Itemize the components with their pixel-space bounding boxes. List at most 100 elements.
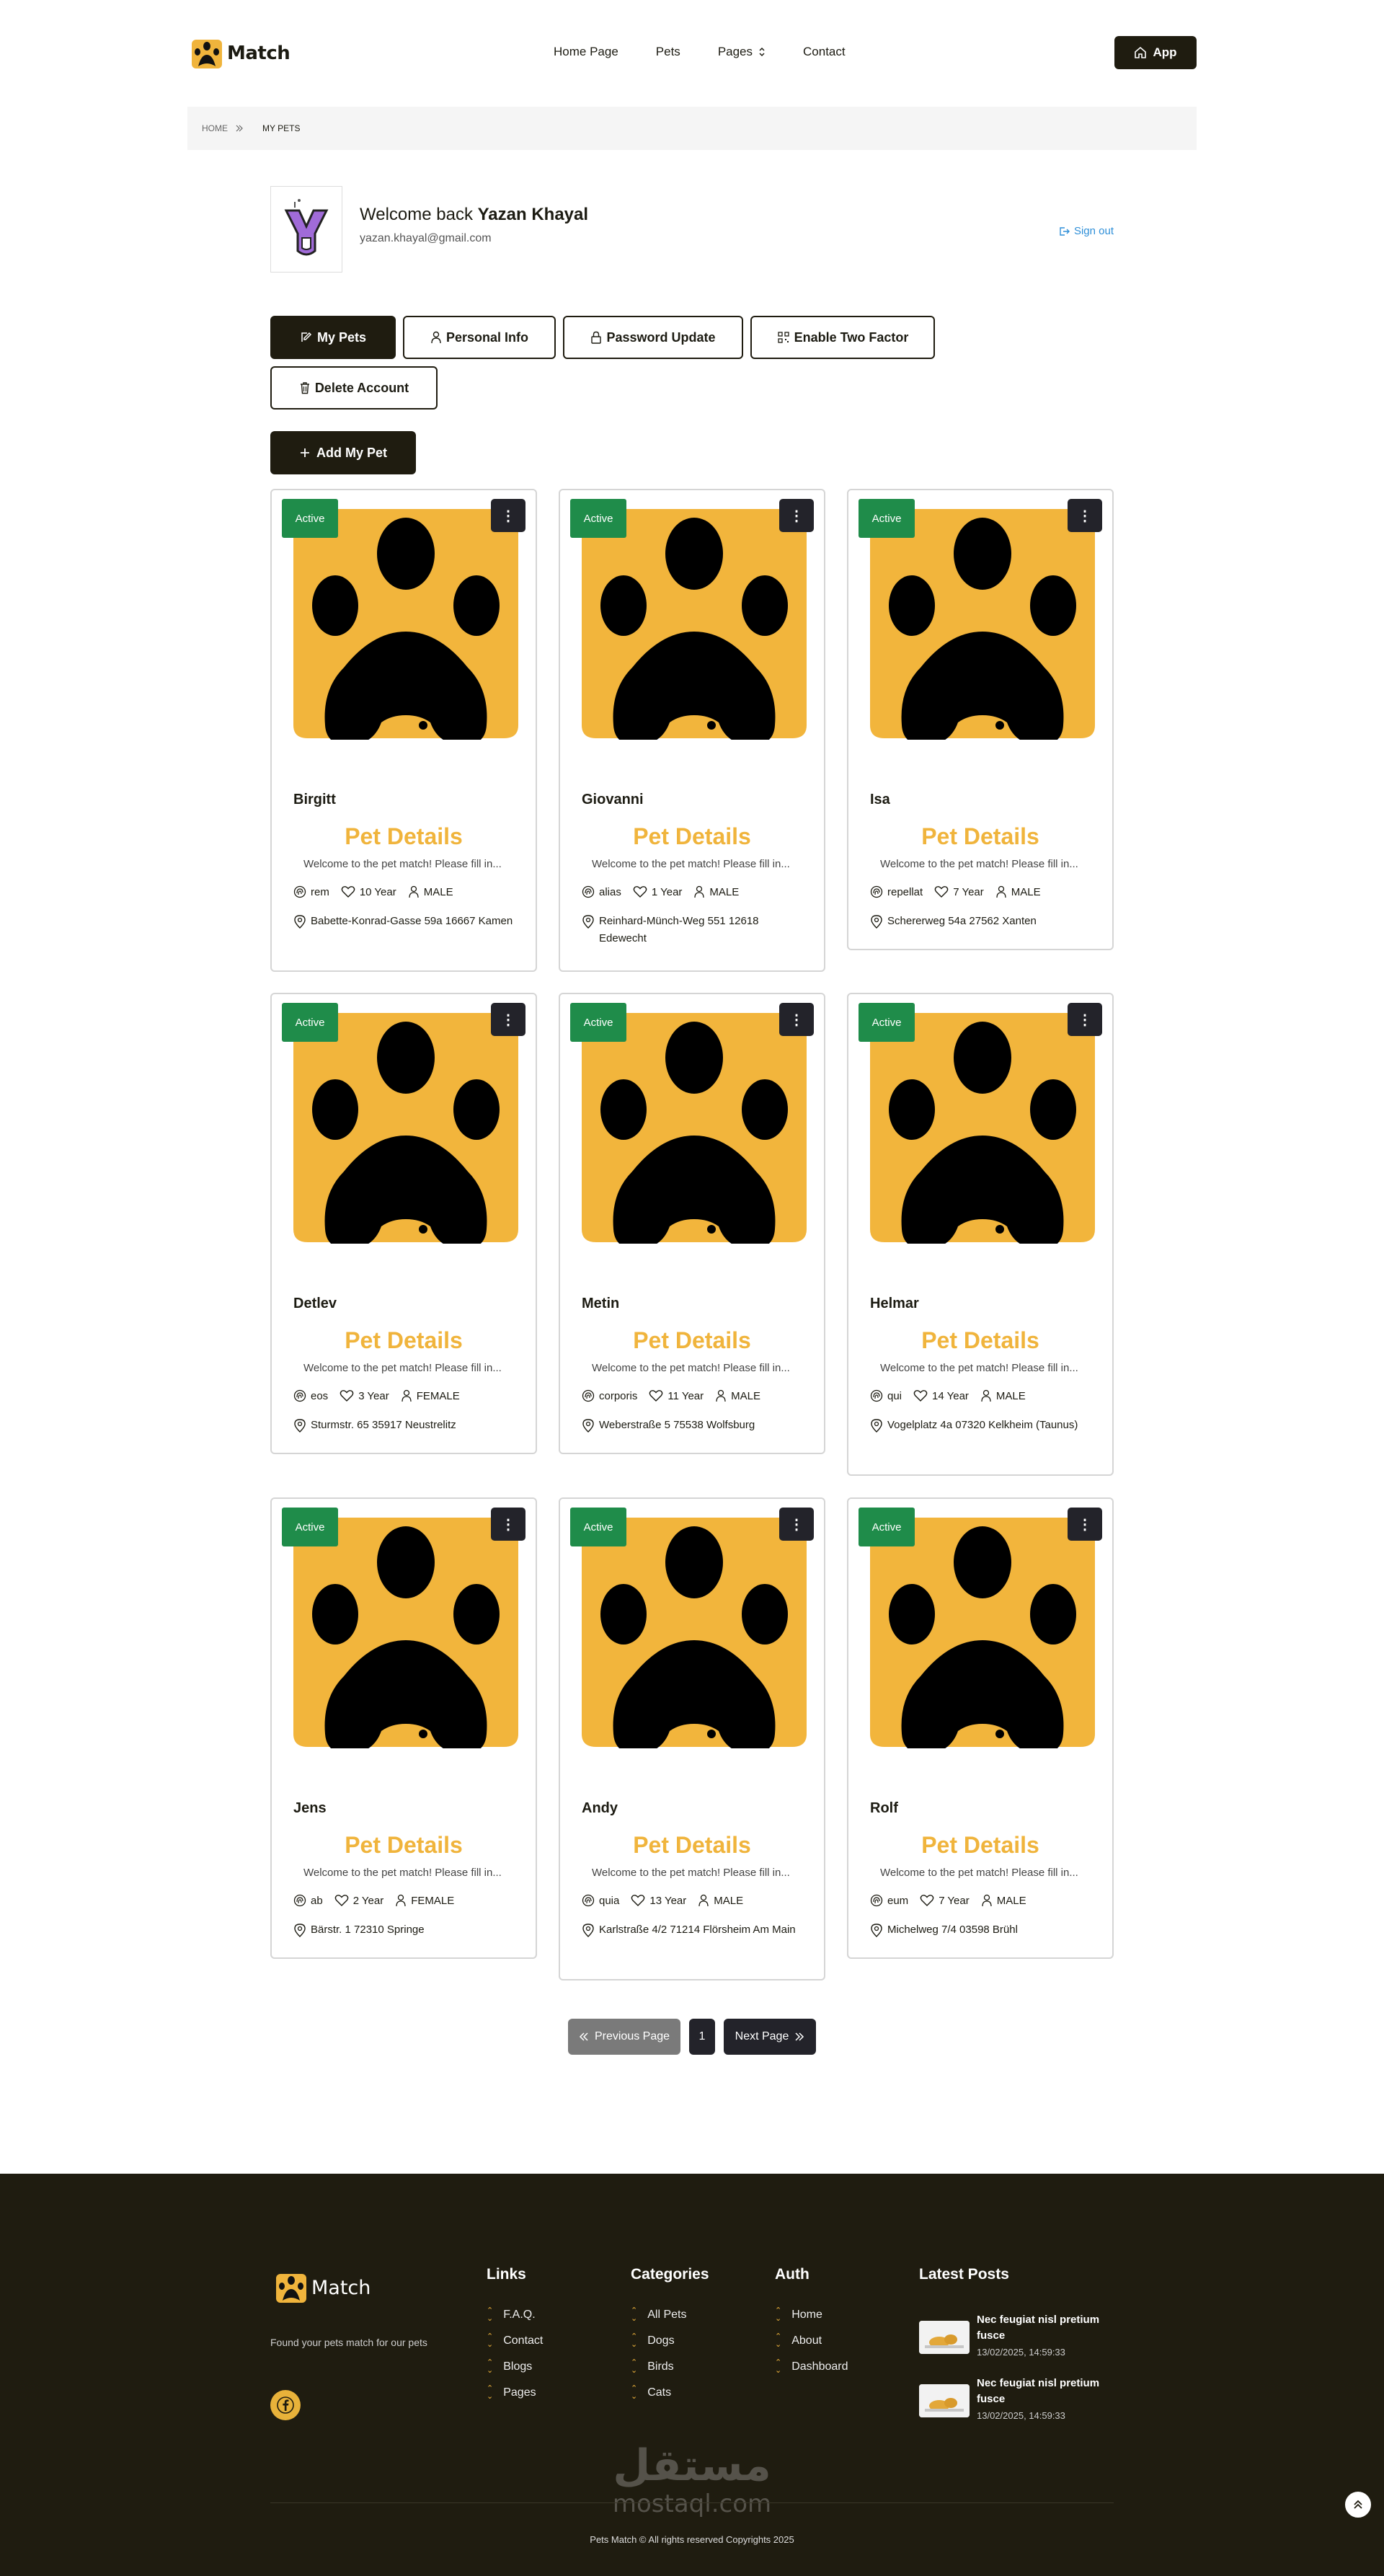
footer-link[interactable]: ⌃ ⌄ Pages [487,2380,543,2406]
watermark-english: mostaql.com [612,2489,772,2518]
tab-delete-account[interactable]: Delete Account [270,366,438,410]
pet-gender-value: MALE [996,1894,1026,1907]
pet-image [870,509,1095,746]
footer-link[interactable]: ⌃ ⌄ Blogs [487,2354,543,2380]
pet-card[interactable]: Active ⋮ Metin Pet Details Welcome to the pe… [559,993,825,1454]
card-menu-button[interactable]: ⋮ [779,1003,814,1036]
home-icon [1135,46,1147,58]
footer-category-link[interactable]: ⌃ ⌄ Cats [631,2380,709,2406]
pet-card[interactable]: Active ⋮ Detlev Pet Details Welcome to the p… [270,993,537,1454]
footer-auth-link[interactable]: ⌃ ⌄ Dashboard [775,2354,848,2380]
logo-text: Match [227,43,290,64]
chevron-up-down-icon: ⌃ ⌄ [775,2306,782,2323]
scroll-to-top-button[interactable] [1344,2490,1372,2519]
card-menu-button[interactable]: ⋮ [779,499,814,532]
nav-label: Home Page [554,45,618,58]
kebab-menu-icon: ⋮ [501,508,515,524]
footer-auth-link[interactable]: ⌃ ⌄ Home [775,2302,848,2328]
pet-details-link[interactable]: Pet Details [560,1327,824,1354]
pet-breed: repellat [870,885,923,898]
location-pin-icon [582,1924,594,1937]
pet-details-link[interactable]: Pet Details [272,1832,536,1859]
add-my-pet-button[interactable]: Add My Pet [270,431,416,474]
chevron-up-down-icon: ⌃ ⌄ [775,2358,782,2375]
latest-post-item[interactable]: Nec feugiat nisl pretium fusce 13/02/202… [919,2376,1121,2433]
tab-my-pets[interactable]: My Pets [270,316,396,359]
pet-meta: corporis 11 Year MALE [582,1389,760,1402]
footer-categories-column: Categories ⌃ ⌄ All Pets ⌃ ⌄ Dogs ⌃ ⌄ Birds ⌃ ⌄ C… [631,2266,709,2406]
nav-home[interactable]: Home Page [554,45,618,59]
pet-gender: MALE [693,885,739,898]
pet-details-link[interactable]: Pet Details [560,1832,824,1859]
pet-card[interactable]: Active ⋮ Isa Pet Details Welcome to the pet … [847,489,1114,950]
page-number-button[interactable]: 1 [689,2019,715,2055]
pet-age: 11 Year [649,1389,704,1402]
pet-age: 10 Year [341,885,396,898]
footer-category-link[interactable]: ⌃ ⌄ All Pets [631,2302,709,2328]
card-menu-button[interactable]: ⋮ [1068,1003,1102,1036]
pet-details-link[interactable]: Pet Details [848,1327,1112,1354]
app-button[interactable]: App [1114,36,1197,69]
nav-pages-dropdown[interactable]: Pages [718,45,766,59]
card-menu-button[interactable]: ⋮ [491,1003,525,1036]
welcome-prefix: Welcome back [360,205,478,224]
card-menu-button[interactable]: ⋮ [779,1508,814,1541]
card-menu-button[interactable]: ⋮ [491,499,525,532]
facebook-icon[interactable] [270,2390,301,2420]
pet-card[interactable]: Active ⋮ Helmar Pet Details Welcome to the p… [847,993,1114,1476]
nav-pets[interactable]: Pets [656,45,680,59]
pet-details-link[interactable]: Pet Details [272,1327,536,1354]
fingerprint-icon [293,885,306,898]
watermark: مستقل mostaql.com [606,2440,778,2517]
pet-age: 7 Year [920,1894,970,1907]
pet-details-link[interactable]: Pet Details [848,1832,1112,1859]
pet-meta: qui 14 Year MALE [870,1389,1026,1402]
status-badge: Active [859,499,915,538]
location-pin-icon [871,1419,882,1433]
footer-link[interactable]: ⌃ ⌄ F.A.Q. [487,2302,543,2328]
pet-details-link[interactable]: Pet Details [848,823,1112,850]
pet-card[interactable]: Active ⋮ Giovanni Pet Details Welcome to the… [559,489,825,972]
status-badge: Active [282,499,338,538]
footer-auth-link[interactable]: ⌃ ⌄ About [775,2328,848,2354]
pet-meta: eos 3 Year FEMALE [293,1389,460,1402]
trash-icon [300,382,309,394]
footer-link-label: Birds [647,2360,674,2373]
footer-logo[interactable]: Match [275,2272,371,2303]
pet-image [582,509,807,746]
pet-image [293,509,518,746]
card-menu-button[interactable]: ⋮ [491,1508,525,1541]
latest-post-item[interactable]: Nec feugiat nisl pretium fusce 13/02/202… [919,2312,1121,2370]
heart-icon [633,886,647,898]
user-icon [431,331,441,344]
chevron-up-down-icon: ⌃ ⌄ [487,2332,494,2349]
footer-auth-title: Auth [775,2266,809,2283]
next-page-button[interactable]: Next Page [724,2019,816,2055]
tab-password-update[interactable]: Password Update [563,316,743,359]
pet-address: Bärstr. 1 72310 Springe [293,1921,514,1939]
tab-personal-info[interactable]: Personal Info [403,316,556,359]
pet-card[interactable]: Active ⋮ Rolf Pet Details Welcome to the pet… [847,1497,1114,1959]
breadcrumb-home[interactable]: HOME [202,123,228,133]
pet-card[interactable]: Active ⋮ Birgitt Pet Details Welcome to the … [270,489,537,972]
nav-contact[interactable]: Contact [803,45,846,59]
double-chevron-up-icon [1354,2500,1362,2509]
footer-category-link[interactable]: ⌃ ⌄ Dogs [631,2328,709,2354]
pet-address-value: Vogelplatz 4a 07320 Kelkheim (Taunus) [887,1419,1078,1431]
pet-gender: MALE [981,1894,1026,1907]
pet-card[interactable]: Active ⋮ Andy Pet Details Welcome to the pet… [559,1497,825,1980]
sign-out-link[interactable]: Sign out [1058,225,1114,237]
tab-enable-two-factor[interactable]: Enable Two Factor [750,316,935,359]
previous-page-button[interactable]: Previous Page [568,2019,680,2055]
pet-details-link[interactable]: Pet Details [272,823,536,850]
paw-print-image [293,509,518,746]
pet-details-link[interactable]: Pet Details [560,823,824,850]
pet-card[interactable]: Active ⋮ Jens Pet Details Welcome to the pet… [270,1497,537,1959]
site-logo[interactable]: Match [191,37,290,69]
heart-icon [334,1895,349,1906]
pet-description: Welcome to the pet match! Please fill in… [592,1362,790,1374]
footer-category-link[interactable]: ⌃ ⌄ Birds [631,2354,709,2380]
footer-link[interactable]: ⌃ ⌄ Contact [487,2328,543,2354]
card-menu-button[interactable]: ⋮ [1068,499,1102,532]
card-menu-button[interactable]: ⋮ [1068,1508,1102,1541]
